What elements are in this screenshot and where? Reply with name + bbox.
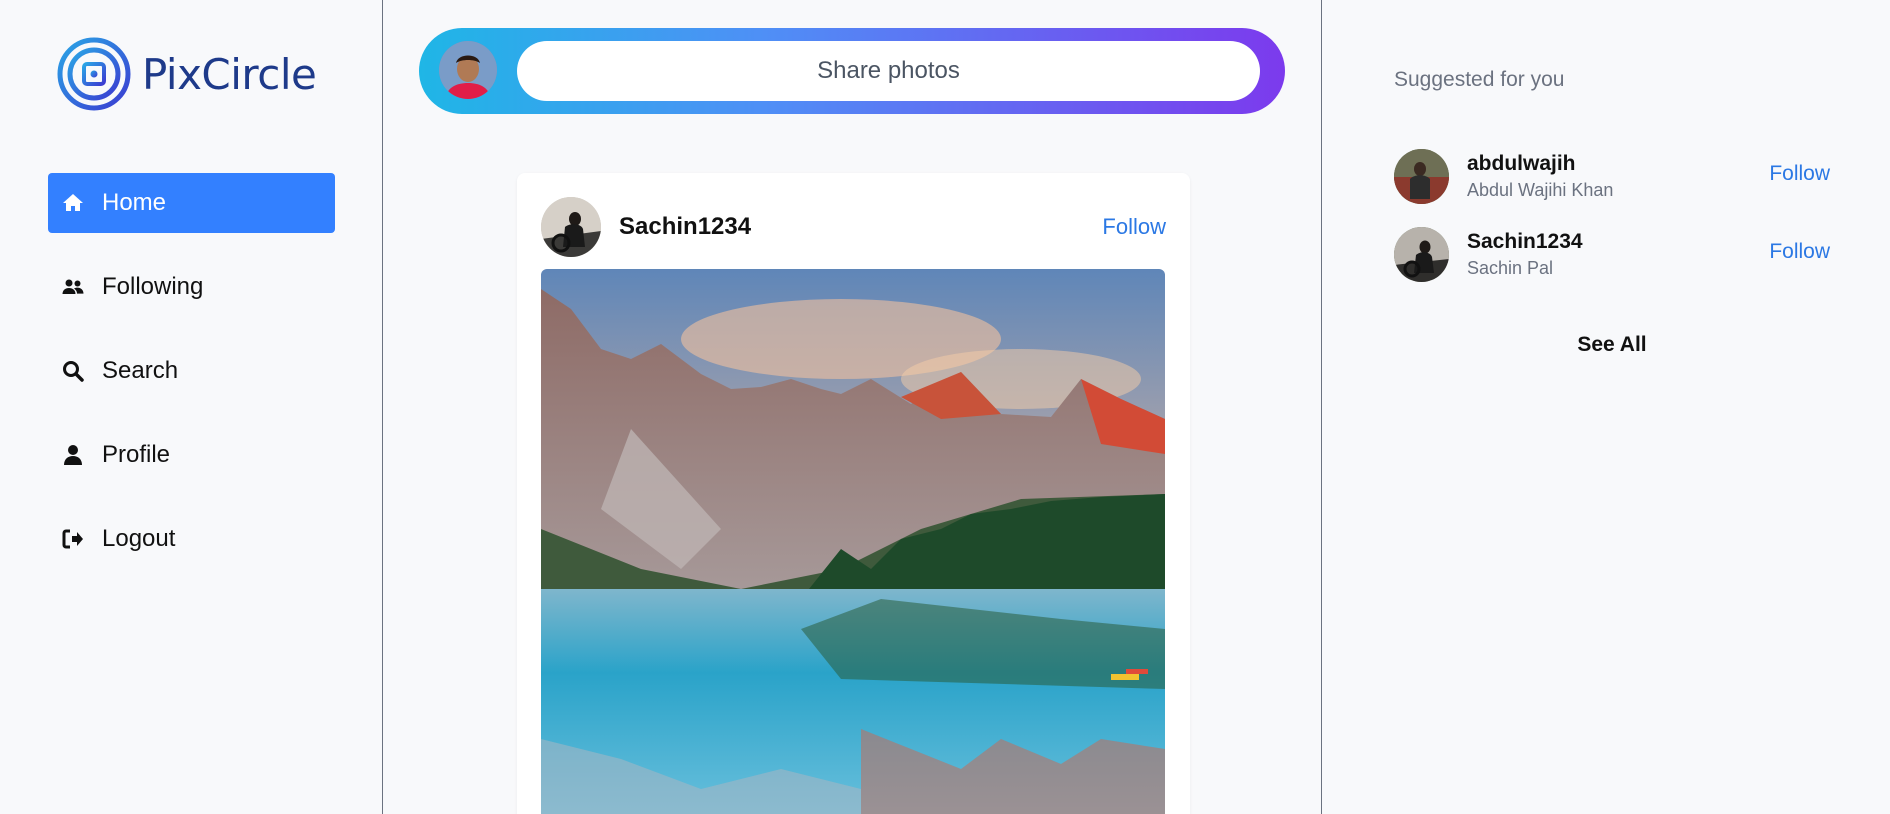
suggestion-username[interactable]: Sachin1234: [1467, 230, 1583, 254]
sidebar-item-label: Logout: [102, 525, 176, 552]
users-icon: [60, 274, 86, 300]
user-icon: [60, 442, 86, 468]
home-icon: [60, 190, 86, 216]
app-name: PixCircle: [142, 49, 317, 99]
sidebar-item-profile[interactable]: Profile: [48, 425, 335, 485]
sidebar-nav: Home Following Search Profile Logout: [48, 173, 335, 593]
post-image[interactable]: [541, 269, 1165, 814]
logo[interactable]: PixCircle: [56, 36, 317, 112]
avatar[interactable]: [541, 197, 601, 257]
follow-button[interactable]: Follow: [1102, 214, 1166, 240]
post-card: Sachin1234 Follow: [517, 173, 1190, 814]
sidebar-item-search[interactable]: Search: [48, 341, 335, 401]
logo-icon: [57, 37, 131, 111]
logout-icon: [60, 526, 86, 552]
follow-button[interactable]: Follow: [1769, 240, 1830, 264]
suggestions-panel: Suggested for you abdulwajih Abdul Wajih…: [1323, 0, 1890, 814]
share-photos-input[interactable]: Share photos: [517, 41, 1260, 101]
sidebar: PixCircle Home Following Search Profile …: [0, 0, 383, 814]
see-all-link[interactable]: See All: [1394, 333, 1830, 357]
suggestions-title: Suggested for you: [1394, 68, 1565, 91]
post-username[interactable]: Sachin1234: [619, 213, 751, 241]
suggestion-fullname: Sachin Pal: [1467, 257, 1554, 278]
sidebar-item-label: Profile: [102, 441, 171, 468]
list-item: abdulwajih Abdul Wajihi Khan Follow: [1394, 148, 1830, 204]
list-item: Sachin1234 Sachin Pal Follow: [1394, 226, 1830, 282]
sidebar-item-logout[interactable]: Logout: [48, 509, 335, 569]
follow-button[interactable]: Follow: [1769, 162, 1830, 186]
sidebar-item-home[interactable]: Home: [48, 173, 335, 233]
post-header: Sachin1234 Follow: [541, 197, 1166, 257]
sidebar-item-label: Home: [102, 189, 167, 216]
sidebar-item-label: Following: [102, 273, 204, 300]
avatar[interactable]: [1394, 226, 1449, 282]
suggestion-fullname: Abdul Wajihi Khan: [1467, 179, 1614, 200]
suggestion-text: abdulwajih Abdul Wajihi Khan: [1467, 152, 1613, 201]
avatar[interactable]: [1394, 148, 1449, 204]
sidebar-item-label: Search: [102, 357, 179, 384]
feed: Share photos Sachin1234 Follow: [384, 0, 1322, 814]
suggestion-username[interactable]: abdulwajih: [1467, 152, 1613, 176]
app-root: PixCircle Home Following Search Profile …: [0, 0, 1890, 814]
suggestions-list: abdulwajih Abdul Wajihi Khan Follow Sach…: [1394, 148, 1830, 304]
share-bar: Share photos: [419, 28, 1285, 114]
search-icon: [60, 358, 86, 384]
sidebar-item-following[interactable]: Following: [48, 257, 335, 317]
suggestion-text: Sachin1234 Sachin Pal: [1467, 230, 1583, 279]
avatar[interactable]: [439, 41, 497, 99]
